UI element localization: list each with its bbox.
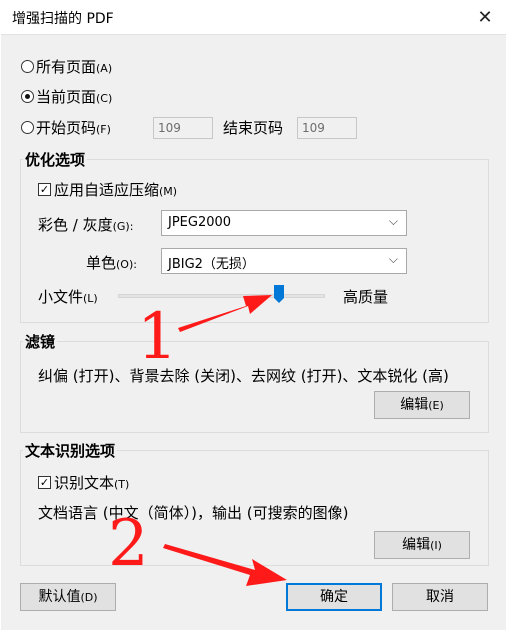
- ocr-summary: 文档语言 (中文（简体）)，输出 (可搜索的图像): [38, 504, 349, 522]
- quality-slider-thumb[interactable]: [274, 285, 285, 303]
- radio-all-pages-label[interactable]: 所有页面(A): [36, 56, 112, 77]
- small-file-label: 小文件(L): [38, 288, 98, 306]
- quality-slider-track[interactable]: [118, 294, 325, 298]
- end-page-input[interactable]: 109: [297, 117, 357, 139]
- radio-current-page[interactable]: [21, 90, 34, 103]
- dialog-body: 所有页面(A) 当前页面(C) 开始页码(F) 109 结束页码 109 优化选…: [1, 34, 506, 630]
- defaults-button[interactable]: 默认值(D): [20, 583, 116, 611]
- chevron-down-icon: ⌵: [388, 252, 398, 266]
- window-title: 增强扫描的 PDF: [12, 11, 114, 27]
- mono-compression-select[interactable]: JBIG2（无损） ⌵: [161, 248, 407, 274]
- high-quality-label: 高质量: [343, 288, 389, 306]
- start-page-input[interactable]: 109: [153, 117, 213, 139]
- filter-edit-button[interactable]: 编辑(E): [374, 391, 470, 419]
- ocr-group-title: 文本识别选项: [23, 440, 118, 461]
- recognize-text-label[interactable]: 识别文本(T): [54, 472, 129, 493]
- adaptive-compression-label[interactable]: 应用自适应压缩(M): [54, 179, 177, 200]
- title-bar: 增强扫描的 PDF ✕: [0, 0, 507, 34]
- color-gray-label: 彩色 / 灰度(G):: [38, 216, 134, 234]
- recognize-text-checkbox[interactable]: ✓: [38, 476, 51, 489]
- end-page-label: 结束页码: [223, 119, 284, 137]
- ocr-edit-button[interactable]: 编辑(I): [374, 531, 470, 559]
- chevron-down-icon: ⌵: [388, 214, 398, 228]
- filter-summary: 纠偏 (打开)、背景去除 (关闭)、去网纹 (打开)、文本锐化 (高): [38, 367, 449, 385]
- adaptive-compression-checkbox[interactable]: ✓: [38, 183, 51, 196]
- radio-page-range[interactable]: [21, 121, 34, 134]
- cancel-button[interactable]: 取消: [392, 583, 488, 611]
- mono-label: 单色(O):: [86, 254, 137, 272]
- radio-page-range-label[interactable]: 开始页码(F): [36, 117, 111, 138]
- color-compression-select[interactable]: JPEG2000 ⌵: [161, 210, 407, 236]
- close-icon[interactable]: ✕: [463, 0, 507, 34]
- ok-button[interactable]: 确定: [286, 583, 382, 611]
- radio-current-page-label[interactable]: 当前页面(C): [36, 86, 112, 107]
- radio-all-pages[interactable]: [21, 60, 34, 73]
- filter-group-title: 滤镜: [23, 331, 58, 352]
- optimize-group-title: 优化选项: [23, 149, 88, 170]
- filter-group: [20, 341, 489, 433]
